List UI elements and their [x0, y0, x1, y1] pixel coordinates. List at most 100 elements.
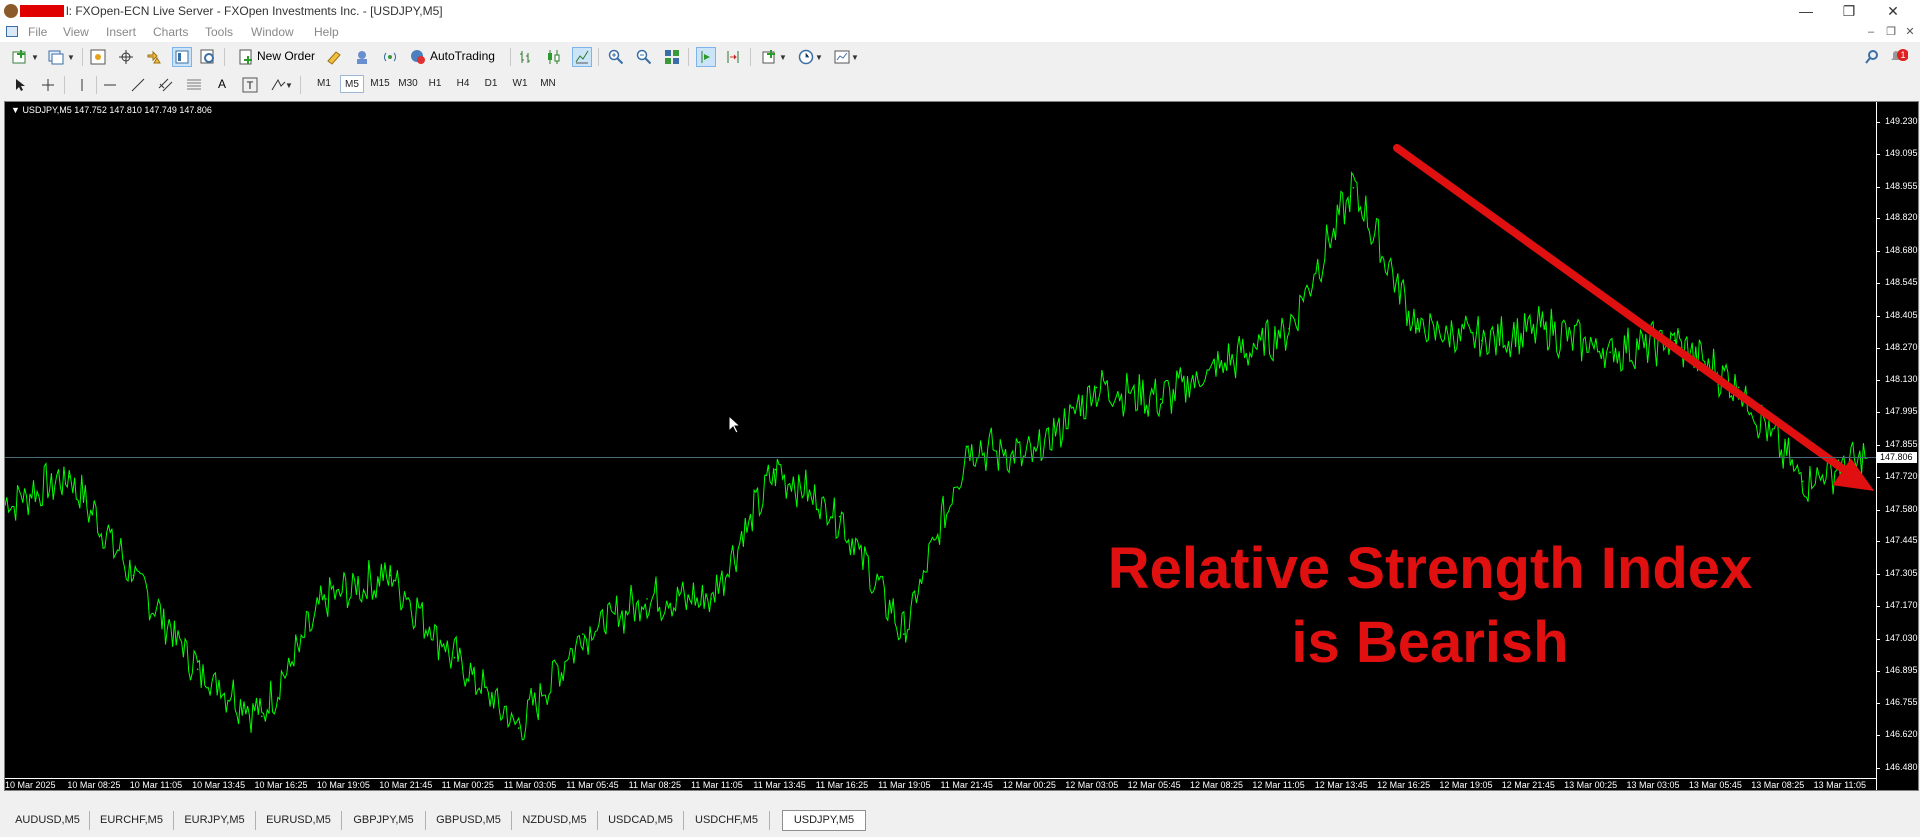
standard-toolbar: ▼ ▼ New Order AutoTrading ▼ ▼ ▼ 1	[0, 44, 1920, 70]
current-price-tag: 147.806	[1877, 451, 1917, 463]
price-axis-tick	[1876, 282, 1880, 284]
timeframe-mn[interactable]: MN	[535, 75, 561, 93]
mdi-minimize-button[interactable]: –	[1864, 25, 1878, 39]
autotrading-button[interactable]: AutoTrading	[430, 49, 495, 63]
vertical-line-icon[interactable]	[72, 75, 92, 95]
new-order-button[interactable]: New Order	[257, 49, 315, 63]
price-point	[453, 656, 456, 659]
crosshair-tool-icon[interactable]	[38, 75, 58, 95]
equidistant-channel-icon[interactable]	[156, 75, 176, 95]
profiles-icon[interactable]	[46, 47, 66, 67]
price-axis-label: 147.855	[1885, 439, 1918, 449]
price-axis-label: 148.405	[1885, 309, 1918, 320]
community-icon[interactable]	[352, 47, 372, 67]
arrows-dropdown-icon[interactable]: ▼	[284, 75, 294, 95]
templates-icon[interactable]	[832, 47, 852, 67]
new-chart-icon[interactable]	[10, 47, 30, 67]
trendline-icon[interactable]	[128, 75, 148, 95]
timeframe-m1[interactable]: M1	[313, 75, 335, 93]
drawing-toolbar: A T ▼ M1 M5 M15 M30 H1 H4 D1 W1 MN	[0, 72, 1920, 96]
periods-dropdown-icon[interactable]: ▼	[814, 47, 824, 67]
time-axis-line	[5, 778, 1877, 779]
chart-window-icon[interactable]	[6, 26, 18, 37]
new-order-icon[interactable]	[236, 47, 256, 67]
time-axis-label: 12 Mar 00:25	[1002, 780, 1056, 790]
zoom-in-icon[interactable]	[606, 47, 626, 67]
tab-eurjpy[interactable]: EURJPY,M5	[174, 811, 256, 830]
close-button[interactable]: ✕	[1878, 2, 1908, 20]
timeframe-m5[interactable]: M5	[340, 75, 364, 93]
profiles-dropdown-icon[interactable]: ▼	[66, 47, 76, 67]
zoom-out-icon[interactable]	[634, 47, 654, 67]
price-axis-tick	[1876, 574, 1880, 576]
new-chart-dropdown-icon[interactable]: ▼	[30, 47, 40, 67]
time-axis-label: 12 Mar 19:05	[1439, 780, 1493, 790]
tab-eurusd[interactable]: EURUSD,M5	[256, 811, 342, 830]
time-axis-label: 11 Mar 11:05	[691, 780, 743, 790]
tab-usdcad[interactable]: USDCAD,M5	[598, 811, 684, 830]
price-axis-label: 149.095	[1885, 147, 1918, 158]
time-axis-label: 12 Mar 21:45	[1501, 780, 1555, 790]
tab-eurchf[interactable]: EURCHF,M5	[90, 811, 174, 830]
timeframe-d1[interactable]: D1	[480, 75, 502, 93]
time-axis-label: 13 Mar 05:45	[1688, 780, 1742, 790]
price-point	[1288, 327, 1290, 330]
strategy-tester-icon[interactable]	[198, 47, 218, 67]
price-axis-tick	[1876, 703, 1880, 705]
time-axis-label: 13 Mar 11:05	[1813, 780, 1866, 790]
bar-chart-icon[interactable]	[516, 47, 536, 67]
search-icon[interactable]	[1862, 47, 1882, 67]
minimize-button[interactable]: —	[1791, 2, 1821, 20]
price-point	[517, 727, 520, 729]
navigator-icon[interactable]	[144, 47, 164, 67]
metaeditor-icon[interactable]	[324, 47, 344, 67]
candlestick-chart-icon[interactable]	[544, 47, 564, 67]
chart-window[interactable]: ▼ USDJPY,M5 147.752 147.810 147.749 147.…	[4, 101, 1919, 791]
market-watch-icon[interactable]	[88, 47, 108, 67]
tab-gbpjpy[interactable]: GBPJPY,M5	[342, 811, 426, 830]
terminal-icon[interactable]	[172, 47, 192, 67]
timeframe-h1[interactable]: H1	[424, 75, 446, 93]
menu-tools[interactable]: Tools	[205, 25, 233, 39]
horizontal-line-icon[interactable]	[100, 75, 120, 95]
indicators-icon[interactable]	[760, 47, 780, 67]
line-chart-icon[interactable]	[572, 47, 592, 67]
menu-window[interactable]: Window	[251, 25, 294, 39]
restore-button[interactable]: ❐	[1834, 2, 1864, 20]
timeframe-m15[interactable]: M15	[367, 75, 393, 93]
chart-shift-icon[interactable]	[696, 47, 716, 67]
tab-audusd[interactable]: AUDUSD,M5	[6, 811, 90, 830]
price-axis-tick	[1876, 768, 1880, 769]
notifications-icon[interactable]: 1	[1888, 47, 1908, 67]
signals-icon[interactable]	[380, 47, 400, 67]
price-point	[582, 633, 584, 635]
text-label-tool-icon[interactable]: T	[240, 75, 260, 95]
autoscroll-icon[interactable]	[724, 47, 744, 67]
menu-charts[interactable]: Charts	[153, 25, 188, 39]
price-axis-tick	[1876, 380, 1880, 382]
timeframe-m30[interactable]: M30	[395, 75, 421, 93]
tab-gbpusd[interactable]: GBPUSD,M5	[426, 811, 512, 830]
menu-help[interactable]: Help	[314, 25, 339, 39]
data-window-icon[interactable]	[116, 47, 136, 67]
timeframe-h4[interactable]: H4	[452, 75, 474, 93]
periods-clock-icon[interactable]	[796, 47, 816, 67]
mdi-close-button[interactable]: ✕	[1903, 25, 1917, 39]
autotrading-icon[interactable]	[408, 47, 428, 67]
text-tool[interactable]: A	[218, 77, 226, 91]
tab-usdchf[interactable]: USDCHF,M5	[684, 811, 770, 830]
fibonacci-retracement-icon[interactable]	[184, 75, 204, 95]
timeframe-w1[interactable]: W1	[508, 75, 532, 93]
tile-windows-icon[interactable]	[662, 47, 682, 67]
menu-file[interactable]: File	[28, 25, 47, 39]
indicators-dropdown-icon[interactable]: ▼	[778, 47, 788, 67]
mdi-restore-button[interactable]: ❐	[1884, 25, 1898, 39]
menu-view[interactable]: View	[63, 25, 89, 39]
cursor-tool-icon[interactable]	[10, 75, 30, 95]
tab-nzdusd[interactable]: NZDUSD,M5	[512, 811, 598, 830]
chart-header-triangle[interactable]: ▼	[11, 105, 20, 115]
menu-insert[interactable]: Insert	[106, 25, 136, 39]
price-axis-tick	[1876, 186, 1880, 188]
tab-usdjpy[interactable]: USDJPY,M5	[782, 810, 866, 831]
templates-dropdown-icon[interactable]: ▼	[850, 47, 860, 67]
